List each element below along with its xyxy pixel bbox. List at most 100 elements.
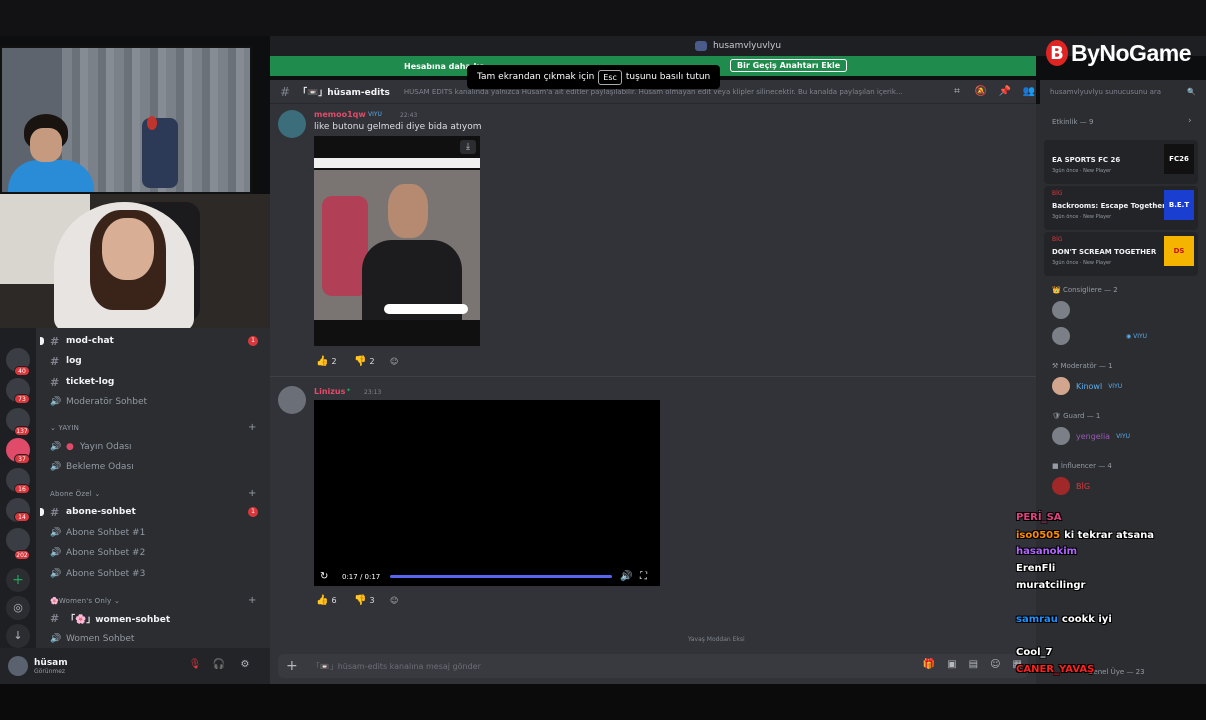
user-panel: hüsam Görünmez 🎙 🎧 ⚙ [0, 648, 270, 684]
activity-title: EA SPORTS FC 26 [1052, 156, 1121, 164]
channel-log[interactable]: # log [50, 352, 82, 370]
emoji-icon[interactable]: ☺ [990, 659, 1000, 670]
reaction[interactable]: 👎 2 [354, 354, 375, 368]
voice-abone-sohbet-3[interactable]: 🔊 Abone Sohbet #3 [50, 565, 145, 583]
settings-gear-icon[interactable]: ⚙ [238, 659, 252, 673]
video-progress-bar[interactable] [390, 575, 612, 578]
chat-message: ki tekrar atsana [1064, 530, 1155, 541]
channel-women-sohbet[interactable]: # 「🌸」women-sohbet [50, 609, 170, 627]
chat-line: ErenFli [1016, 563, 1055, 574]
member-row[interactable] [1052, 300, 1070, 320]
chat-user: CANER_YAVAŞ [1016, 664, 1095, 675]
explore-icon[interactable]: ◎ [6, 596, 30, 620]
add-reaction-icon[interactable]: ☺ [390, 593, 398, 607]
server-search[interactable]: husamvlyuvlyu sunucusunu ara 🔍 [1040, 80, 1206, 104]
sticker-icon[interactable]: ▤ [969, 659, 978, 670]
voice-channel-icon: 🔊 [50, 634, 62, 644]
member-row[interactable]: yengelia VIYU [1052, 426, 1130, 446]
message-timestamp: 23:13 [364, 389, 382, 396]
streamer-face [30, 128, 62, 162]
chat-line: muratcilingr [1016, 580, 1085, 591]
fullscreen-icon[interactable]: ⛶ [640, 571, 647, 582]
chat-line: iso0505 ki tekrar atsana [1016, 530, 1154, 541]
channel-label: Abone Sohbet #2 [66, 548, 146, 558]
member-name: yengelia [1076, 431, 1111, 441]
add-channel-icon[interactable]: + [248, 422, 256, 433]
avatar[interactable] [278, 110, 306, 138]
mute-bell-icon[interactable]: 🔕 [975, 86, 987, 98]
category-abone[interactable]: Abone Özel ⌄ [50, 490, 100, 498]
channel-ticket-log[interactable]: # ticket-log [50, 373, 114, 391]
unread-badge: 1 [248, 336, 258, 346]
headphones-icon[interactable]: 🎧 [212, 659, 226, 673]
add-channel-icon[interactable]: + [248, 595, 256, 606]
server-icon[interactable] [6, 528, 30, 552]
voice-bekleme-odasi[interactable]: 🔊 Bekleme Odası [50, 458, 134, 476]
search-input[interactable]: husamvlyuvlyu sunucusunu ara [1050, 88, 1161, 96]
threads-icon[interactable]: ⌗ [951, 86, 963, 98]
activity-card[interactable]: BİG Backrooms: Escape Together 3gün önce… [1044, 186, 1198, 230]
voice-abone-sohbet-2[interactable]: 🔊 Abone Sohbet #2 [50, 544, 145, 562]
role-header: 🛡 Guard — 1 [1052, 412, 1101, 420]
embed-navbar [314, 158, 480, 168]
volume-icon[interactable]: 🔊 [620, 571, 632, 582]
vip-badge: VIYU [1116, 432, 1131, 440]
attach-plus-icon[interactable]: + [286, 658, 298, 674]
member-name: Kinowl [1076, 381, 1103, 391]
gift-icon[interactable]: 🎁 [923, 659, 935, 670]
add-server-icon[interactable]: + [6, 568, 30, 592]
reaction[interactable]: 👎 3 [354, 593, 375, 607]
voice-channel-icon: 🔊 [50, 569, 62, 579]
message-input[interactable]: + 「📼」hüsam-edits kanalına mesaj gönder 🎁… [278, 654, 1028, 678]
video-embed[interactable]: ⤓ [314, 136, 480, 346]
text-channel-icon: # [50, 505, 60, 519]
avatar[interactable] [8, 656, 28, 676]
pin-icon[interactable]: 📌 [999, 86, 1011, 98]
streamer-person [4, 114, 96, 192]
activity-card[interactable]: BİG DON'T SCREAM TOGETHER 3gün önce · Ne… [1044, 232, 1198, 276]
voice-channel-icon: 🔊 [50, 462, 62, 472]
user-status: Görünmez [34, 667, 66, 675]
role-label: Consigliere — 2 [1062, 286, 1118, 294]
channel-abone-sohbet[interactable]: # abone-sohbet [50, 503, 136, 521]
voice-abone-sohbet-1[interactable]: 🔊 Abone Sohbet #1 [50, 524, 145, 542]
member-row[interactable]: ◉ VIYU [1052, 326, 1147, 346]
add-passkey-button[interactable]: Bir Geçiş Anahtarı Ekle [730, 59, 848, 72]
channel-moderator-sohbet[interactable]: 🔊 Moderatör Sohbet [50, 393, 147, 411]
reaction[interactable]: 👍 6 [316, 593, 337, 607]
message-author[interactable]: Linizus [314, 387, 345, 396]
add-channel-icon[interactable]: + [248, 488, 256, 499]
chat-line: hasanokim [1016, 546, 1077, 557]
server-icon [694, 41, 707, 51]
download-icon[interactable]: ⤓ [460, 140, 476, 154]
chat-user: muratcilingr [1016, 580, 1086, 591]
reaction-emoji: 👎 [354, 355, 367, 367]
replay-icon[interactable]: ↻ [320, 571, 328, 582]
composer-placeholder: 「📼」hüsam-edits kanalına mesaj gönder [311, 661, 481, 671]
chevron-right-icon[interactable]: › [1188, 116, 1192, 126]
activity-tag: BİG [1052, 190, 1063, 197]
channel-mod-chat[interactable]: # mod-chat [50, 332, 114, 350]
activity-card[interactable]: EA SPORTS FC 26 3gün önce · New Player F… [1044, 140, 1198, 184]
voice-women-sohbet[interactable]: 🔊 Women Sohbet [50, 630, 134, 648]
members-icon[interactable]: 👥 [1023, 86, 1035, 98]
voice-channel-icon: 🔊 [50, 397, 62, 407]
member-row[interactable]: BİG [1052, 476, 1090, 496]
category-women[interactable]: 🌸Women's Only ⌄ [50, 597, 120, 605]
video-player[interactable]: ↻ 0:17 / 0:17 🔊 ⛶ [314, 400, 660, 586]
text-channel-icon: # [50, 375, 60, 389]
mic-muted-icon[interactable]: 🎙 [188, 659, 202, 673]
channel-label: mod-chat [66, 336, 114, 346]
add-reaction-icon[interactable]: ☺ [390, 354, 398, 368]
reaction[interactable]: 👍 2 [316, 354, 337, 368]
voice-yayin-odasi[interactable]: 🔊 ● Yayın Odası [50, 438, 132, 456]
category-yayin[interactable]: ⌄ YAYIN [50, 424, 79, 432]
gif-icon[interactable]: ▣ [947, 659, 956, 670]
unread-indicator [40, 508, 44, 516]
message-author[interactable]: memoo1qw [314, 110, 366, 119]
download-icon[interactable]: ↓ [6, 624, 30, 648]
user-info[interactable]: hüsam Görünmez [34, 658, 68, 675]
member-row[interactable]: Kinowl VIYU [1052, 376, 1122, 396]
avatar[interactable] [278, 386, 306, 414]
unread-indicator [40, 337, 44, 345]
